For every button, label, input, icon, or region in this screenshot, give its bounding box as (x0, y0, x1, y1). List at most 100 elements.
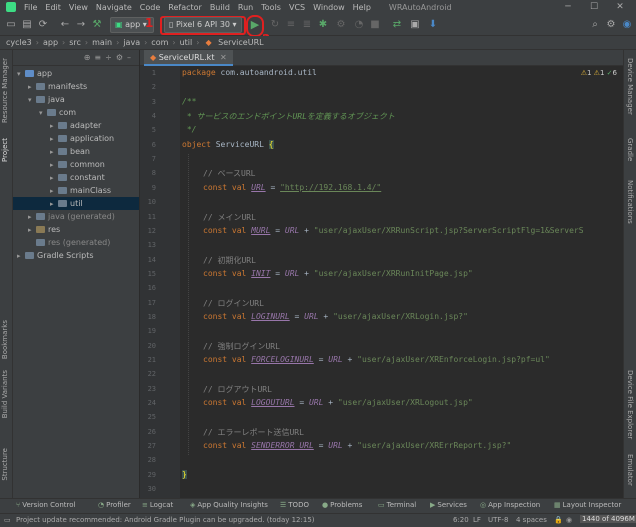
rerun-icon[interactable]: ↻ (268, 18, 282, 32)
tree-item[interactable]: ▸ res (13, 223, 139, 236)
tree-item[interactable]: ▸ java (generated) (13, 210, 139, 223)
tree-item[interactable]: ▸ adapter (13, 119, 139, 132)
caret-position[interactable]: 6:20 (453, 516, 469, 524)
tree-item[interactable]: ▸ manifests (13, 80, 139, 93)
menu-run[interactable]: Run (234, 3, 257, 12)
maximize-icon[interactable]: ☐ (582, 0, 606, 14)
tree-item[interactable]: res (generated) (13, 236, 139, 249)
memory-indicator[interactable]: 1440 of 4096M (580, 515, 636, 523)
code-token: const val (203, 268, 252, 278)
code-editor[interactable]: ⚠1 ⚠1 ✓6 package com.autoandroid.util /**… (180, 66, 623, 498)
debug-icon[interactable]: ✱ (316, 18, 330, 32)
line-separator[interactable]: LF (473, 516, 481, 524)
tree-item[interactable]: ▸ Gradle Scripts (13, 249, 139, 262)
tool-structure[interactable]: Structure (1, 448, 9, 481)
tool-resource-manager[interactable]: Resource Manager (1, 58, 9, 123)
tree-item[interactable]: ▸ application (13, 132, 139, 145)
tree-item[interactable]: ▸ bean (13, 145, 139, 158)
inspection-widget[interactable]: ⚠1 ⚠1 ✓6 (581, 69, 617, 77)
tool-profiler[interactable]: ◔ Profiler (98, 501, 131, 509)
profile-icon[interactable]: ◔ (352, 18, 366, 32)
tree-item[interactable]: ▸ common (13, 158, 139, 171)
breadcrumb-item[interactable]: java (121, 38, 142, 47)
tool-logcat[interactable]: ≡ Logcat (142, 501, 173, 509)
editor-gutter: 1 2 3 4 5 6 7 8 9 10 11 12 13 14 15 16 17 18 19 20 21 22 23 24 2… (140, 66, 180, 498)
breadcrumb-item[interactable]: cycle3 (4, 38, 34, 47)
tool-bookmarks[interactable]: Bookmarks (1, 320, 9, 359)
apply-code-changes-icon[interactable]: ≣ (300, 18, 314, 32)
forward-arrow-icon[interactable]: → (74, 18, 88, 32)
code-token: = (289, 311, 305, 321)
menu-view[interactable]: View (65, 3, 92, 12)
apply-changes-icon[interactable]: ≡ (284, 18, 298, 32)
tool-build-variants[interactable]: Build Variants (1, 370, 9, 418)
sdk-manager-icon[interactable]: ⬇ (426, 18, 440, 32)
menu-window[interactable]: Window (309, 3, 349, 12)
tab-serviceurl[interactable]: ◆ ServiceURL.kt ✕ (144, 50, 233, 66)
breadcrumb-item[interactable]: com (149, 38, 170, 47)
lock-icon[interactable]: 🔒 (554, 516, 563, 524)
project-panel-header: ⊕≡÷⚙– (13, 50, 139, 66)
tab-close-icon[interactable]: ✕ (220, 53, 227, 62)
minimize-icon[interactable]: ─ (556, 0, 580, 14)
sync-icon[interactable]: ⟳ (36, 18, 50, 32)
run-play-icon[interactable]: ▶ (248, 18, 262, 32)
breadcrumb-item[interactable]: src (67, 38, 83, 47)
tool-device-file-explorer[interactable]: Device File Explorer (626, 370, 634, 439)
close-icon[interactable]: ✕ (608, 0, 632, 14)
settings-gear-icon[interactable]: ⚙ (604, 18, 618, 32)
tree-item[interactable]: ▸ mainClass (13, 184, 139, 197)
breadcrumb-item[interactable]: ◆ ServiceURL (201, 38, 267, 47)
menu-code[interactable]: Code (136, 3, 164, 12)
status-message[interactable]: Project update recommended: Android Grad… (16, 516, 315, 524)
menu-file[interactable]: File (20, 3, 41, 12)
tool-notifications[interactable]: Notifications (626, 180, 634, 224)
breadcrumb-item[interactable]: main (90, 38, 114, 47)
file-encoding[interactable]: UTF-8 (488, 516, 508, 524)
device-manager-icon[interactable]: ▣ (408, 18, 422, 32)
search-icon[interactable]: ⌕ (588, 18, 602, 32)
breadcrumb-item[interactable]: app (41, 38, 60, 47)
menu-build[interactable]: Build (206, 3, 234, 12)
menu-help[interactable]: Help (349, 3, 375, 12)
tool-app-inspection[interactable]: ◎ App Inspection (480, 501, 540, 509)
tool-device-manager[interactable]: Device Manager (626, 58, 634, 115)
tree-item[interactable]: ▸ util (13, 197, 139, 210)
tool-problems[interactable]: ● Problems (322, 501, 362, 509)
save-all-icon[interactable]: ▤ (20, 18, 34, 32)
inspector-icon[interactable]: ◉ (566, 516, 572, 524)
menu-edit[interactable]: Edit (41, 3, 65, 12)
open-folder-icon[interactable]: ▭ (4, 18, 18, 32)
tool-services[interactable]: ▶ Services (430, 501, 467, 509)
tree-item[interactable]: ▾ com (13, 106, 139, 119)
tree-item[interactable]: ▸ constant (13, 171, 139, 184)
account-icon[interactable]: ◉ (620, 18, 634, 32)
tool-todo[interactable]: ☰ TODO (280, 501, 309, 509)
menu-navigate[interactable]: Navigate (92, 3, 136, 12)
sync-gradle-icon[interactable]: ⇄ (390, 18, 404, 32)
tool-app-quality-insights[interactable]: ◈ App Quality Insights (190, 501, 268, 509)
tool-emulator[interactable]: Emulator (626, 454, 634, 486)
tree-item[interactable]: ▾ app (13, 67, 139, 80)
tool-layout-inspector[interactable]: ▦ Layout Inspector (554, 501, 621, 509)
panel-actions-icons[interactable]: ⊕≡÷⚙– (84, 53, 135, 62)
menu-refactor[interactable]: Refactor (164, 3, 206, 12)
tool-project[interactable]: Project (1, 138, 9, 162)
menu-vcs[interactable]: VCS (285, 3, 309, 12)
indent-setting[interactable]: 4 spaces (516, 516, 547, 524)
tool-version-control[interactable]: ⑂ Version Control (16, 501, 75, 509)
folder-icon (36, 83, 45, 90)
code-token: const val (203, 225, 252, 235)
device-select[interactable]: ▯ Pixel 6 API 30 ▾ (164, 17, 242, 33)
back-arrow-icon[interactable]: ← (58, 18, 72, 32)
build-hammer-icon[interactable]: ⚒ (90, 18, 104, 32)
attach-debugger-icon[interactable]: ⚙ (334, 18, 348, 32)
chevron-right-icon[interactable]: ▸ (17, 250, 25, 263)
menu-tools[interactable]: Tools (257, 3, 285, 12)
tool-terminal[interactable]: ▭ Terminal (378, 501, 416, 509)
stop-icon[interactable]: ■ (368, 18, 382, 32)
line-comment: // ログインURL (203, 298, 264, 308)
tree-item[interactable]: ▾ java (13, 93, 139, 106)
breadcrumb-item[interactable]: util (178, 38, 195, 47)
tool-gradle[interactable]: Gradle (626, 138, 634, 161)
